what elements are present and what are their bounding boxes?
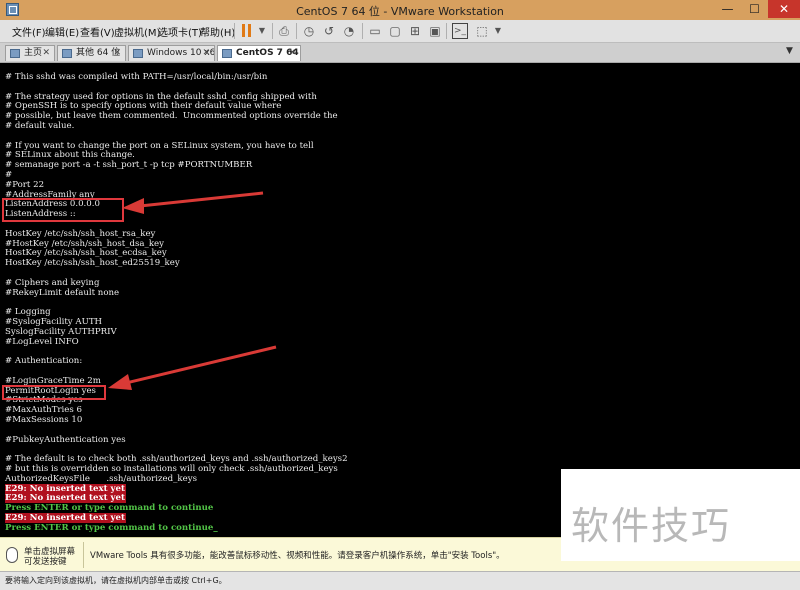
tab-windows-10[interactable]: Windows 10 x64 ✕ [128, 45, 215, 61]
console-line: #RekeyLimit default none [5, 287, 120, 298]
console-line: # [5, 170, 13, 180]
revert-snapshot-icon[interactable]: ↺ [321, 23, 337, 39]
watermark: 软件技巧 [561, 469, 800, 561]
console-error-line: E29: No inserted text yet [5, 483, 126, 494]
snapshot-manager-icon[interactable]: ◔ [341, 23, 357, 39]
bottom-status-bar: 要将输入定向到该虚拟机，请在虚拟机内部单击或按 Ctrl+G。 [0, 571, 800, 590]
tab-bar: 主页 ✕ 其他 64 位 ✕ Windows 10 x64 ✕ CentOS 7… [0, 43, 800, 63]
dropdown-icon[interactable]: ▼ [254, 23, 270, 39]
snapshot-icon[interactable]: ◷ [301, 23, 317, 39]
tab-label: 主页 [24, 48, 43, 58]
console-line: # The strategy used for options in the d… [5, 91, 317, 102]
toolbar-separator [296, 23, 297, 39]
console-line: #PubkeyAuthentication yes [5, 434, 126, 445]
window-title: CentOS 7 64 位 - VMware Workstation [296, 5, 504, 18]
maximize-button[interactable]: ☐ [741, 0, 768, 18]
library-view-icon[interactable]: ▭ [367, 23, 383, 39]
pause-icon[interactable] [240, 20, 254, 42]
close-icon[interactable]: ✕ [288, 46, 296, 61]
title-bar: CentOS 7 64 位 - VMware Workstation — ☐ ✕ [0, 0, 800, 20]
send-ctrl-alt-del-icon[interactable]: ⎙ [276, 23, 292, 39]
tab-other-64[interactable]: 其他 64 位 ✕ [57, 45, 126, 61]
vm-icon [62, 49, 72, 58]
vm-console[interactable]: Press ENTER or type command to continue_… [0, 63, 800, 537]
console-line: #MaxAuthTries 6 [5, 405, 82, 416]
tab-list-icon[interactable]: ▼ [786, 46, 796, 58]
menu-file[interactable]: 文件(F) [12, 24, 46, 39]
console-line: #HostKey /etc/ssh/ssh_host_dsa_key [5, 238, 164, 249]
click-hint-line: 单击虚拟屏幕 [24, 547, 76, 557]
console-error-line: E29: No inserted text yet [5, 493, 126, 504]
click-hint-line: 可发送按键 [24, 557, 67, 567]
console-line: # default value. [5, 121, 75, 131]
console-line: # This sshd was compiled with PATH=/usr/… [5, 72, 268, 82]
watermark-text: 软件技巧 [571, 504, 732, 548]
console-line: #Port 22 [5, 179, 45, 190]
tab-home[interactable]: 主页 ✕ [5, 45, 55, 61]
console-line: HostKey /etc/ssh/ssh_host_ecdsa_key [5, 248, 167, 259]
console-line: #LogLevel INFO [5, 336, 79, 347]
console-icon[interactable]: >_ [452, 23, 468, 39]
menu-vm[interactable]: 虚拟机(M) [114, 24, 160, 39]
divider [83, 542, 84, 568]
console-line: # semanage port -a -t ssh_port_t -p tcp … [5, 160, 253, 171]
minimize-button[interactable]: — [714, 0, 741, 18]
vmware-tools-message[interactable]: VMware Tools 具有很多功能，能改善鼠标移动性、视频和性能。请登录客户… [90, 549, 505, 561]
console-line: Press ENTER or type command to continue [5, 503, 214, 514]
close-icon[interactable]: ✕ [113, 46, 121, 61]
console-line: HostKey /etc/ssh/ssh_host_rsa_key [5, 228, 156, 239]
view-options-icon[interactable]: ⬚ [474, 23, 490, 39]
console-line: # Authentication: [5, 356, 83, 367]
listen-address-highlight [2, 198, 124, 222]
console-line: # If you want to change the port on a SE… [5, 140, 314, 151]
console-line: # Ciphers and keying [5, 277, 100, 288]
home-icon [10, 49, 20, 58]
menu-view[interactable]: 查看(V) [80, 24, 115, 39]
console-line: SyslogFacility AUTHPRIV [5, 326, 117, 337]
arrow-icon [122, 191, 264, 214]
console-line: HostKey /etc/ssh/ssh_host_ed25519_key [5, 258, 180, 269]
console-error-line: E29: No inserted text yet [5, 513, 126, 523]
input-hint: 要将输入定向到该虚拟机，请在虚拟机内部单击或按 Ctrl+G。 [5, 576, 227, 585]
console-line: # but this is overridden so installation… [5, 464, 338, 474]
menu-bar: 文件(F) 编辑(E) 查看(V) 虚拟机(M) 选项卡(T) 帮助(H) ▼ … [0, 20, 800, 43]
close-button[interactable]: ✕ [768, 0, 800, 18]
vm-icon [222, 49, 232, 58]
view-options-dropdown-icon[interactable]: ▼ [490, 23, 506, 39]
console-line: #SyslogFacility AUTH [5, 317, 103, 327]
menu-edit[interactable]: 编辑(E) [45, 24, 79, 39]
toolbar-separator [234, 23, 235, 39]
console-line: # Logging [5, 307, 51, 318]
vm-icon [133, 49, 143, 58]
console-line: #MaxSessions 10 [5, 415, 83, 425]
arrow-icon [108, 345, 277, 390]
console-line: # SELinux about this change. [5, 150, 135, 161]
close-icon[interactable]: ✕ [202, 46, 210, 61]
toolbar-separator [446, 23, 447, 39]
toolbar-separator [362, 23, 363, 39]
tab-centos[interactable]: CentOS 7 64 位 ✕ [217, 45, 301, 61]
console-line: Press ENTER or type command to continue_ [5, 522, 218, 533]
console-line: # possible, but leave them commented. Un… [5, 111, 338, 122]
menu-help[interactable]: 帮助(H) [200, 24, 235, 39]
click-hint: 单击虚拟屏幕 可发送按键 [24, 547, 75, 567]
close-icon[interactable]: ✕ [42, 46, 50, 61]
console-line: AuthorizedKeysFile .ssh/authorized_keys [5, 473, 197, 484]
multi-monitor-icon[interactable]: ▣ [427, 23, 443, 39]
console-line: # OpenSSH is to specify options with the… [5, 101, 282, 112]
permit-root-login-highlight [2, 385, 106, 400]
mouse-icon [6, 547, 18, 563]
console-line: # The default is to check both .ssh/auth… [5, 454, 348, 465]
menu-tabs[interactable]: 选项卡(T) [158, 24, 202, 39]
toolbar-separator [272, 23, 273, 39]
fullscreen-icon[interactable]: ▢ [387, 23, 403, 39]
unity-icon[interactable]: ⊞ [407, 23, 423, 39]
